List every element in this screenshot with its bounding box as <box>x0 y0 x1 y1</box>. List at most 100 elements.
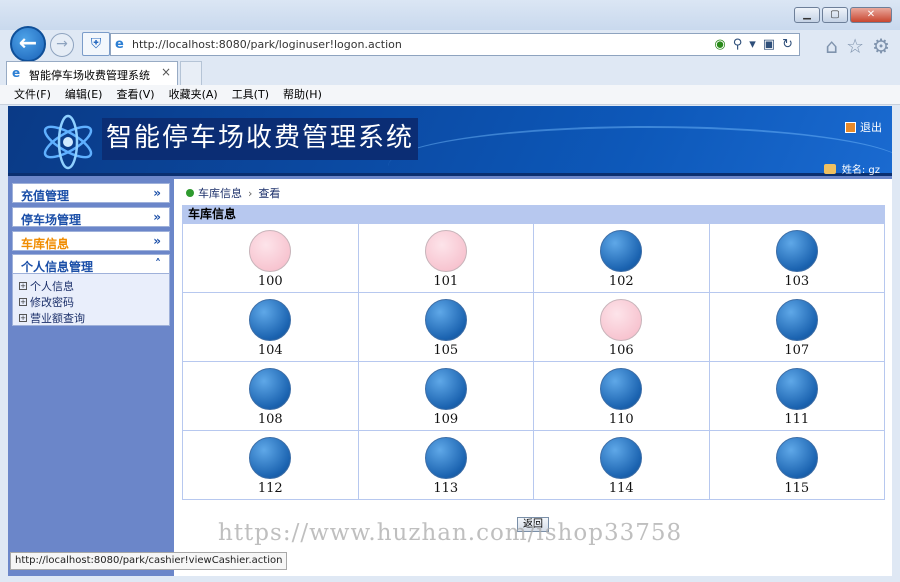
occupied-spot-icon[interactable] <box>249 368 292 410</box>
refresh-icon[interactable]: ↻ <box>782 37 793 52</box>
free-spot-icon[interactable] <box>424 230 467 272</box>
occupied-spot-icon[interactable] <box>775 368 818 410</box>
parking-spot-cell[interactable]: 108 <box>182 361 359 431</box>
breadcrumb-play-icon <box>186 189 194 197</box>
compat-view-icon[interactable]: ◉ <box>714 37 725 52</box>
sidebar-item-label: 停车场管理 <box>21 213 82 227</box>
occupied-spot-icon[interactable] <box>249 437 292 479</box>
favorites-star-icon[interactable]: ☆ <box>846 34 864 58</box>
web-page: 智能停车场收费管理系统 退出 姓名: gz 充值管理 » 停车场管理 » 车库信… <box>8 106 892 576</box>
settings-gear-icon[interactable]: ⚙ <box>872 34 890 58</box>
browser-menubar: 文件(F) 编辑(E) 查看(V) 收藏夹(A) 工具(T) 帮助(H) <box>0 85 900 105</box>
parking-spot-cell[interactable]: 109 <box>357 361 534 431</box>
menu-file[interactable]: 文件(F) <box>14 85 51 104</box>
occupied-spot-icon[interactable] <box>249 299 292 341</box>
menu-help[interactable]: 帮助(H) <box>283 85 322 104</box>
menu-view[interactable]: 查看(V) <box>116 85 154 104</box>
parking-spot-cell[interactable]: 103 <box>708 223 885 293</box>
grid-row: 100 101 102 103 <box>182 223 885 293</box>
parking-spot-cell[interactable]: 106 <box>533 292 710 362</box>
expand-box-icon: + <box>19 314 27 322</box>
menu-favorites[interactable]: 收藏夹(A) <box>169 85 218 104</box>
spot-number: 111 <box>784 412 810 427</box>
maximize-button[interactable]: ▢ <box>822 7 848 23</box>
spot-number: 109 <box>433 412 459 427</box>
feed-icon[interactable]: ▣ <box>763 37 775 52</box>
menu-edit[interactable]: 编辑(E) <box>65 85 103 104</box>
close-window-button[interactable]: ✕ <box>850 7 892 23</box>
submenu-label: 修改密码 <box>30 296 74 309</box>
submenu-label: 营业额查询 <box>30 312 85 325</box>
address-url[interactable]: http://localhost:8080/park/loginuser!log… <box>132 38 402 51</box>
dropdown-arrow-icon[interactable]: ▾ <box>749 37 756 52</box>
status-bar: http://localhost:8080/park/cashier!viewC… <box>10 552 288 570</box>
occupied-spot-icon[interactable] <box>424 368 467 410</box>
tab-bar: e 智能停车场收费管理系统 × <box>0 59 900 85</box>
free-spot-icon[interactable] <box>600 299 643 341</box>
user-icon <box>823 163 836 174</box>
logout-link[interactable]: 退出 <box>845 119 882 135</box>
chevron-right-icon: » <box>153 210 161 224</box>
section-title: 车库信息 <box>182 205 885 223</box>
sidebar-item-personal[interactable]: 个人信息管理 ˄ <box>12 254 170 274</box>
parking-spot-cell[interactable]: 102 <box>533 223 710 293</box>
parking-spot-cell[interactable]: 104 <box>182 292 359 362</box>
browser-tab-active[interactable]: e 智能停车场收费管理系统 × <box>6 61 178 85</box>
spot-number: 105 <box>433 343 459 358</box>
tab-title: 智能停车场收费管理系统 <box>29 69 150 82</box>
occupied-spot-icon[interactable] <box>775 230 818 272</box>
tab-close-icon[interactable]: × <box>161 65 171 79</box>
submenu-change-password[interactable]: + 修改密码 <box>19 294 74 310</box>
parking-spot-cell[interactable]: 105 <box>357 292 534 362</box>
breadcrumb-separator-icon: › <box>248 186 253 200</box>
occupied-spot-icon[interactable] <box>775 437 818 479</box>
parking-spot-cell[interactable]: 114 <box>533 430 710 500</box>
spot-number: 108 <box>257 412 283 427</box>
address-bar[interactable]: e http://localhost:8080/park/loginuser!l… <box>110 33 800 56</box>
parking-spot-cell[interactable]: 110 <box>533 361 710 431</box>
occupied-spot-icon[interactable] <box>600 230 643 272</box>
minimize-button[interactable]: ▁ <box>794 7 820 23</box>
submenu-personal-info[interactable]: + 个人信息 <box>19 278 74 294</box>
sidebar-item-parking[interactable]: 停车场管理 » <box>12 207 170 227</box>
spot-number: 104 <box>257 343 283 358</box>
grid-row: 104 105 106 107 <box>182 292 885 362</box>
spot-number: 103 <box>784 274 810 289</box>
occupied-spot-icon[interactable] <box>424 299 467 341</box>
parking-spot-cell[interactable]: 115 <box>708 430 885 500</box>
breadcrumb-garage[interactable]: 车库信息 <box>198 185 242 201</box>
user-info: 姓名: gz <box>823 161 880 176</box>
chevron-up-icon: ˄ <box>155 257 161 271</box>
occupied-spot-icon[interactable] <box>424 437 467 479</box>
sidebar-item-garage[interactable]: 车库信息 » <box>12 231 170 251</box>
home-icon[interactable]: ⌂ <box>825 34 838 58</box>
parking-spot-cell[interactable]: 100 <box>182 223 359 293</box>
parking-spot-cell[interactable]: 113 <box>357 430 534 500</box>
sidebar-item-recharge[interactable]: 充值管理 » <box>12 183 170 203</box>
menu-tools[interactable]: 工具(T) <box>232 85 269 104</box>
parking-spot-cell[interactable]: 107 <box>708 292 885 362</box>
grid-row: 112 113 114 115 <box>182 430 885 500</box>
new-tab-button[interactable] <box>180 61 202 85</box>
parking-spot-cell[interactable]: 101 <box>357 223 534 293</box>
site-shield-icon[interactable]: ⛨ <box>82 32 110 56</box>
breadcrumb: 车库信息 › 查看 <box>186 185 280 201</box>
free-spot-icon[interactable] <box>249 230 292 272</box>
occupied-spot-icon[interactable] <box>775 299 818 341</box>
chevron-right-icon: » <box>153 234 161 248</box>
parking-spot-cell[interactable]: 112 <box>182 430 359 500</box>
search-icon[interactable]: ⚲ <box>733 37 743 52</box>
user-name: 姓名: gz <box>841 165 880 176</box>
occupied-spot-icon[interactable] <box>600 437 643 479</box>
app-title: 智能停车场收费管理系统 <box>102 118 419 160</box>
back-arrow-icon[interactable]: ← <box>10 26 46 62</box>
sidebar-item-label: 充值管理 <box>21 189 70 203</box>
submenu-revenue-query[interactable]: + 营业额查询 <box>19 310 85 326</box>
spot-number: 107 <box>784 343 810 358</box>
chevron-right-icon: » <box>153 186 161 200</box>
occupied-spot-icon[interactable] <box>600 368 643 410</box>
parking-spot-cell[interactable]: 111 <box>708 361 885 431</box>
forward-arrow-icon[interactable]: → <box>50 33 74 57</box>
spot-number: 101 <box>433 274 459 289</box>
grid-row: 108 109 110 111 <box>182 361 885 431</box>
